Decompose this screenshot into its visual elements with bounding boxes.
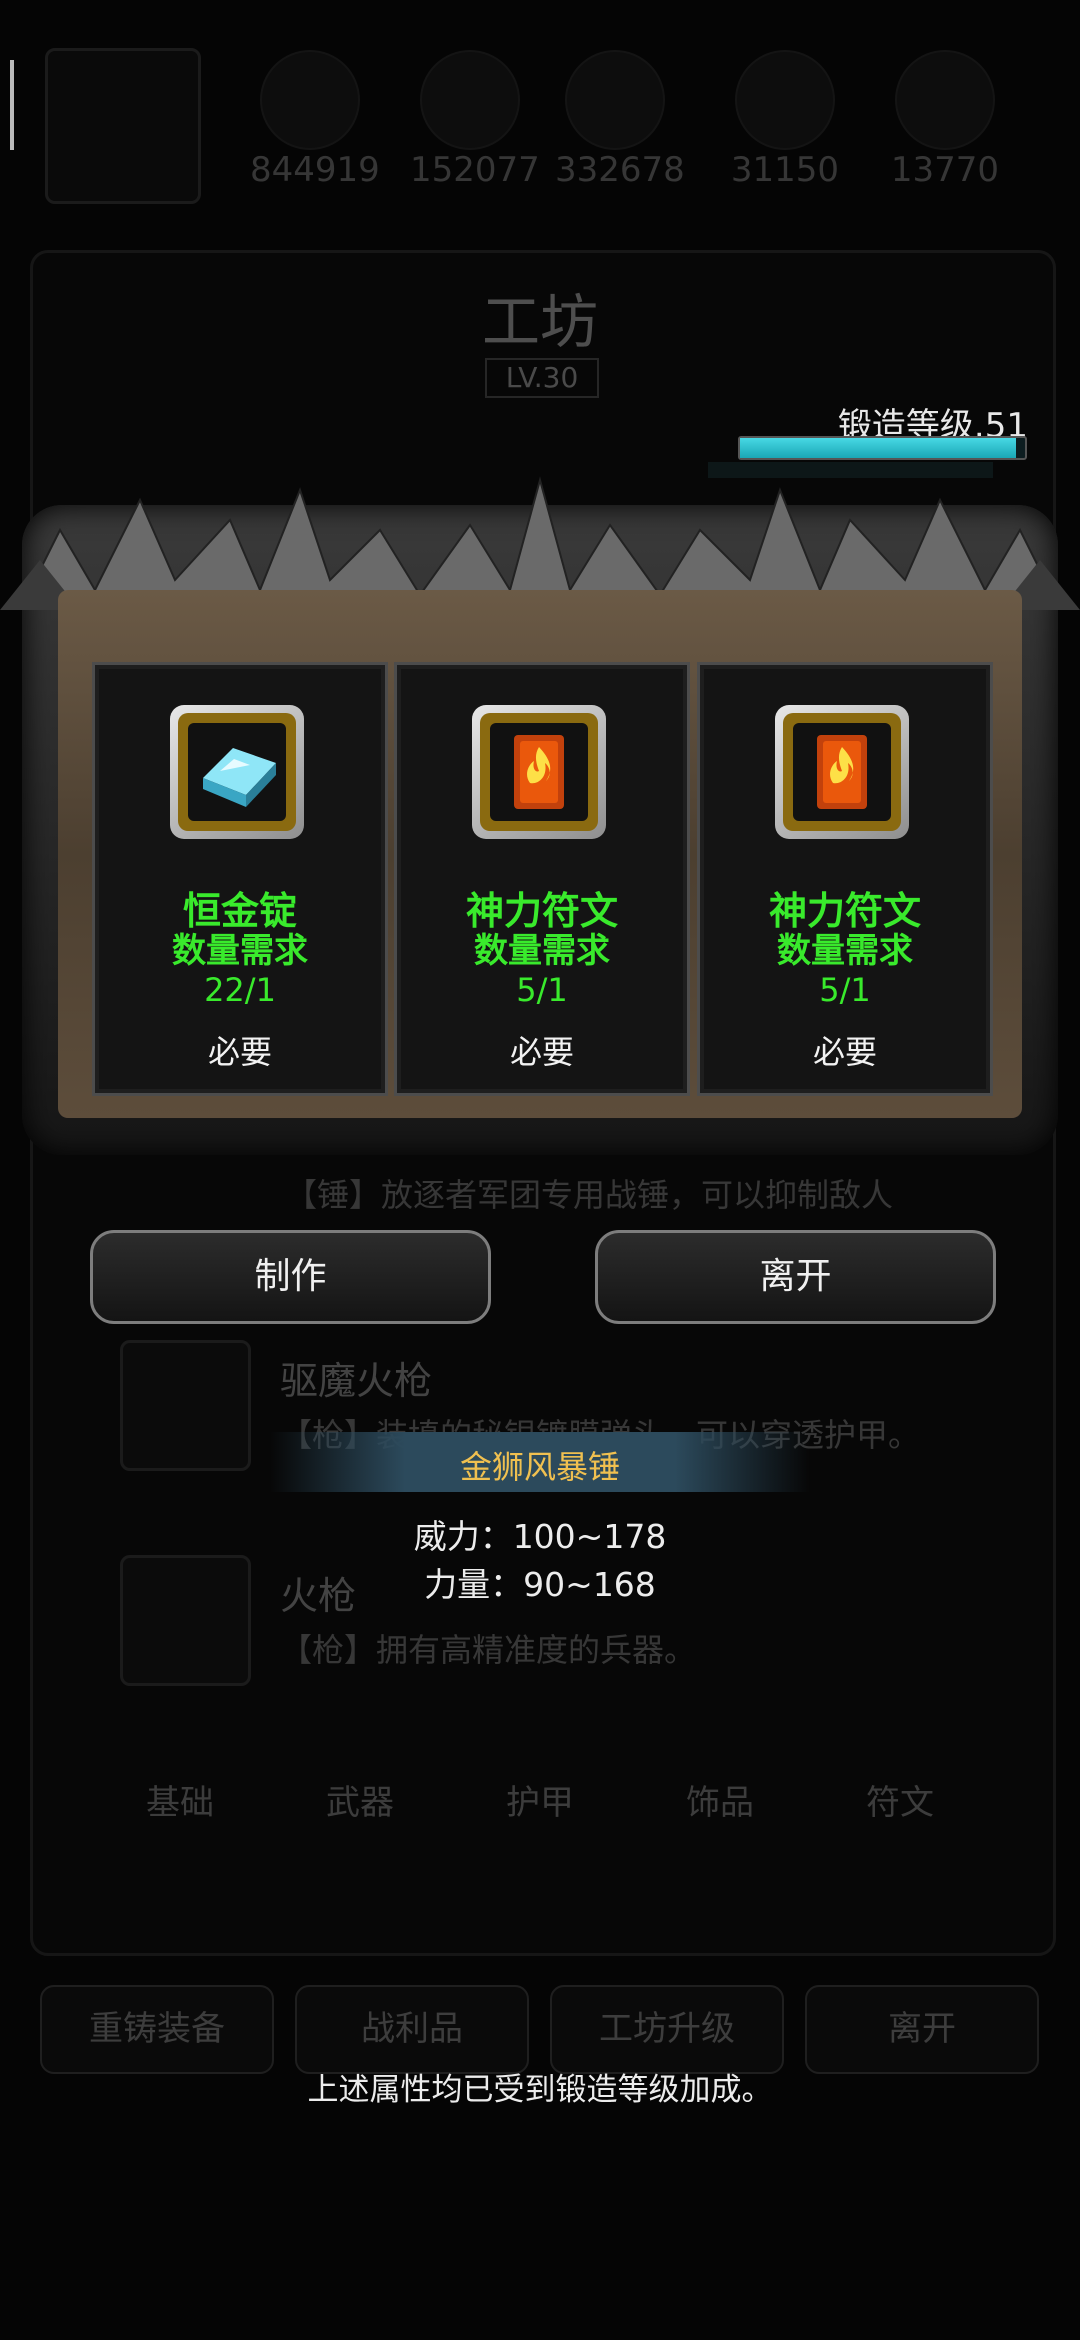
- resource-icon: [565, 50, 665, 150]
- leave-button[interactable]: 离开: [595, 1230, 996, 1324]
- material-required-tag: 必要: [207, 1033, 272, 1071]
- material-icon-border: [178, 713, 296, 831]
- list-item[interactable]: 驱魔火枪 【枪】装填的秘银镀膜弹头，可以穿透护甲。: [95, 1330, 995, 1530]
- resource-icon: [895, 50, 995, 150]
- edge-indicator: [10, 60, 14, 150]
- resource-slot: 13770: [885, 50, 1005, 190]
- tab-rune[interactable]: 符文: [810, 1775, 990, 1845]
- resource-value: 152077: [410, 150, 540, 190]
- item-name: 驱魔火枪: [280, 1359, 433, 1403]
- material-quantity: 5/1: [819, 971, 871, 1009]
- ingot-icon: [203, 748, 276, 807]
- forge-progress-bar: [738, 436, 1027, 460]
- material-icon-frame: [170, 705, 304, 839]
- material-card: 神力符文 数量需求 5/1 必要: [697, 662, 993, 1096]
- tooltip-title: 金狮风暴锤: [459, 1448, 620, 1486]
- loot-button[interactable]: 战利品: [295, 1985, 529, 2074]
- resource-value: 31150: [730, 150, 840, 190]
- item-desc: 【枪】拥有高精准度的兵器。: [280, 1631, 697, 1669]
- craft-button[interactable]: 制作: [90, 1230, 491, 1324]
- tab-accessory[interactable]: 饰品: [630, 1775, 810, 1845]
- resource-value: 332678: [555, 150, 685, 190]
- material-quantity: 22/1: [204, 971, 276, 1009]
- tab-weapon[interactable]: 武器: [270, 1775, 450, 1845]
- category-tabs: 基础 武器 护甲 饰品 符文: [90, 1775, 990, 1845]
- item-desc: 【锤】放逐者军团专用战锤，可以抑制敌人: [285, 1176, 894, 1214]
- resource-icon: [420, 50, 520, 150]
- resource-slot: 332678: [555, 50, 685, 190]
- resource-value: 844919: [250, 150, 380, 190]
- forge-progress-fill: [740, 438, 1017, 458]
- avatar: [45, 48, 201, 204]
- material-required-tag: 必要: [812, 1033, 877, 1071]
- tooltip-note: 上述属性均已受到锻造等级加成。: [307, 2072, 773, 2108]
- rune-icon: [514, 735, 564, 809]
- bottom-bar: 重铸装备 战利品 工坊升级 离开: [40, 1985, 1040, 2075]
- material-icon-border: [783, 713, 901, 831]
- material-requirement-label: 数量需求: [172, 931, 308, 971]
- material-card: 恒金锭 数量需求 22/1 必要: [92, 662, 388, 1096]
- material-icon-frame: [775, 705, 909, 839]
- resource-icon: [735, 50, 835, 150]
- material-card: 神力符文 数量需求 5/1 必要: [394, 662, 690, 1096]
- material-requirement-label: 数量需求: [474, 931, 610, 971]
- workshop-level: LV.30: [485, 358, 599, 398]
- material-required-tag: 必要: [509, 1033, 574, 1071]
- material-icon-frame: [472, 705, 606, 839]
- bg-leave-button[interactable]: 离开: [805, 1985, 1039, 2074]
- material-quantity: 5/1: [516, 971, 568, 1009]
- reforge-button[interactable]: 重铸装备: [40, 1985, 274, 2074]
- tab-armor[interactable]: 护甲: [450, 1775, 630, 1845]
- resource-slot: 844919: [250, 50, 380, 190]
- background-layer: 844919 152077 332678 31150 13770 工坊 LV.3…: [0, 0, 1080, 2340]
- resource-icon: [260, 50, 360, 150]
- resource-slot: 31150: [725, 50, 845, 190]
- resource-value: 13770: [890, 150, 1000, 190]
- material-icon-border: [480, 713, 598, 831]
- tooltip-power: 威力：100~178: [413, 1517, 667, 1556]
- resource-slot: 152077: [410, 50, 540, 190]
- workshop-title: 工坊: [481, 288, 598, 356]
- material-requirement-label: 数量需求: [777, 931, 913, 971]
- workshop-upgrade-button[interactable]: 工坊升级: [550, 1985, 784, 2074]
- tab-basic[interactable]: 基础: [90, 1775, 270, 1845]
- tooltip-strength: 力量：90~168: [424, 1565, 656, 1604]
- rune-icon: [817, 735, 867, 809]
- spiked-frame-decoration: [0, 476, 1080, 610]
